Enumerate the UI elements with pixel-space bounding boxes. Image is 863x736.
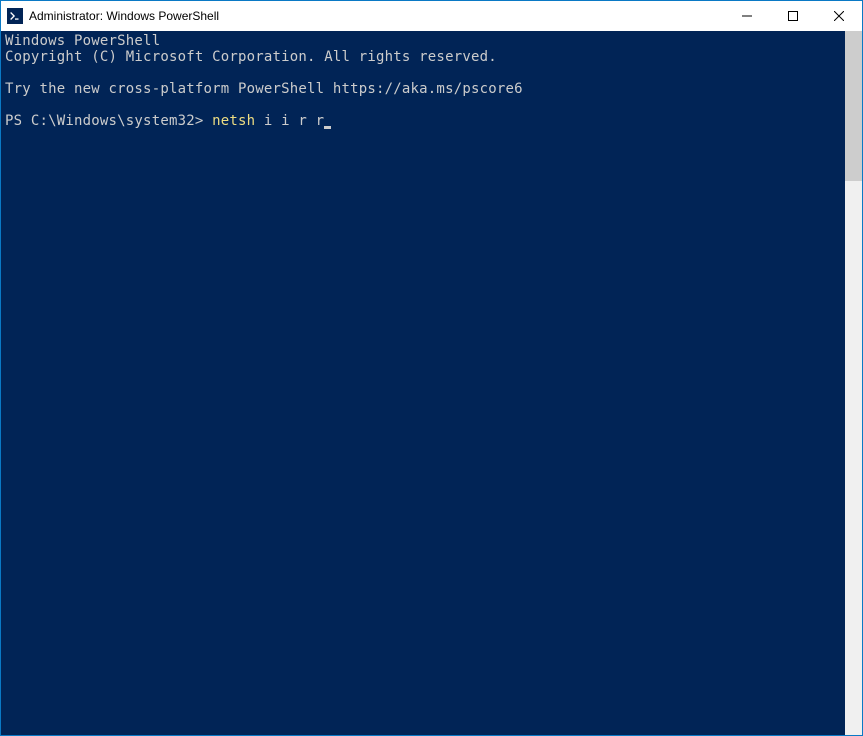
command-rest: i i r r (264, 113, 324, 129)
maximize-icon (788, 11, 798, 21)
banner-line-1: Windows PowerShell (5, 33, 160, 49)
banner-line-2: Copyright (C) Microsoft Corporation. All… (5, 49, 497, 65)
minimize-button[interactable] (724, 1, 770, 31)
titlebar[interactable]: Administrator: Windows PowerShell (1, 1, 862, 31)
try-line: Try the new cross-platform PowerShell ht… (5, 81, 523, 97)
maximize-button[interactable] (770, 1, 816, 31)
close-icon (834, 11, 844, 21)
prompt-prefix: PS C:\Windows\system32> (5, 113, 212, 129)
command-head: netsh (212, 113, 264, 129)
powershell-window: Administrator: Windows PowerShell Window (0, 0, 863, 736)
vertical-scrollbar[interactable] (845, 31, 862, 735)
powershell-icon (7, 8, 23, 24)
window-controls (724, 1, 862, 31)
window-title: Administrator: Windows PowerShell (29, 9, 724, 23)
minimize-icon (742, 11, 752, 21)
terminal-output[interactable]: Windows PowerShell Copyright (C) Microso… (1, 31, 845, 735)
text-cursor (324, 126, 331, 129)
close-button[interactable] (816, 1, 862, 31)
client-area: Windows PowerShell Copyright (C) Microso… (1, 31, 862, 735)
scrollbar-thumb[interactable] (845, 31, 862, 181)
